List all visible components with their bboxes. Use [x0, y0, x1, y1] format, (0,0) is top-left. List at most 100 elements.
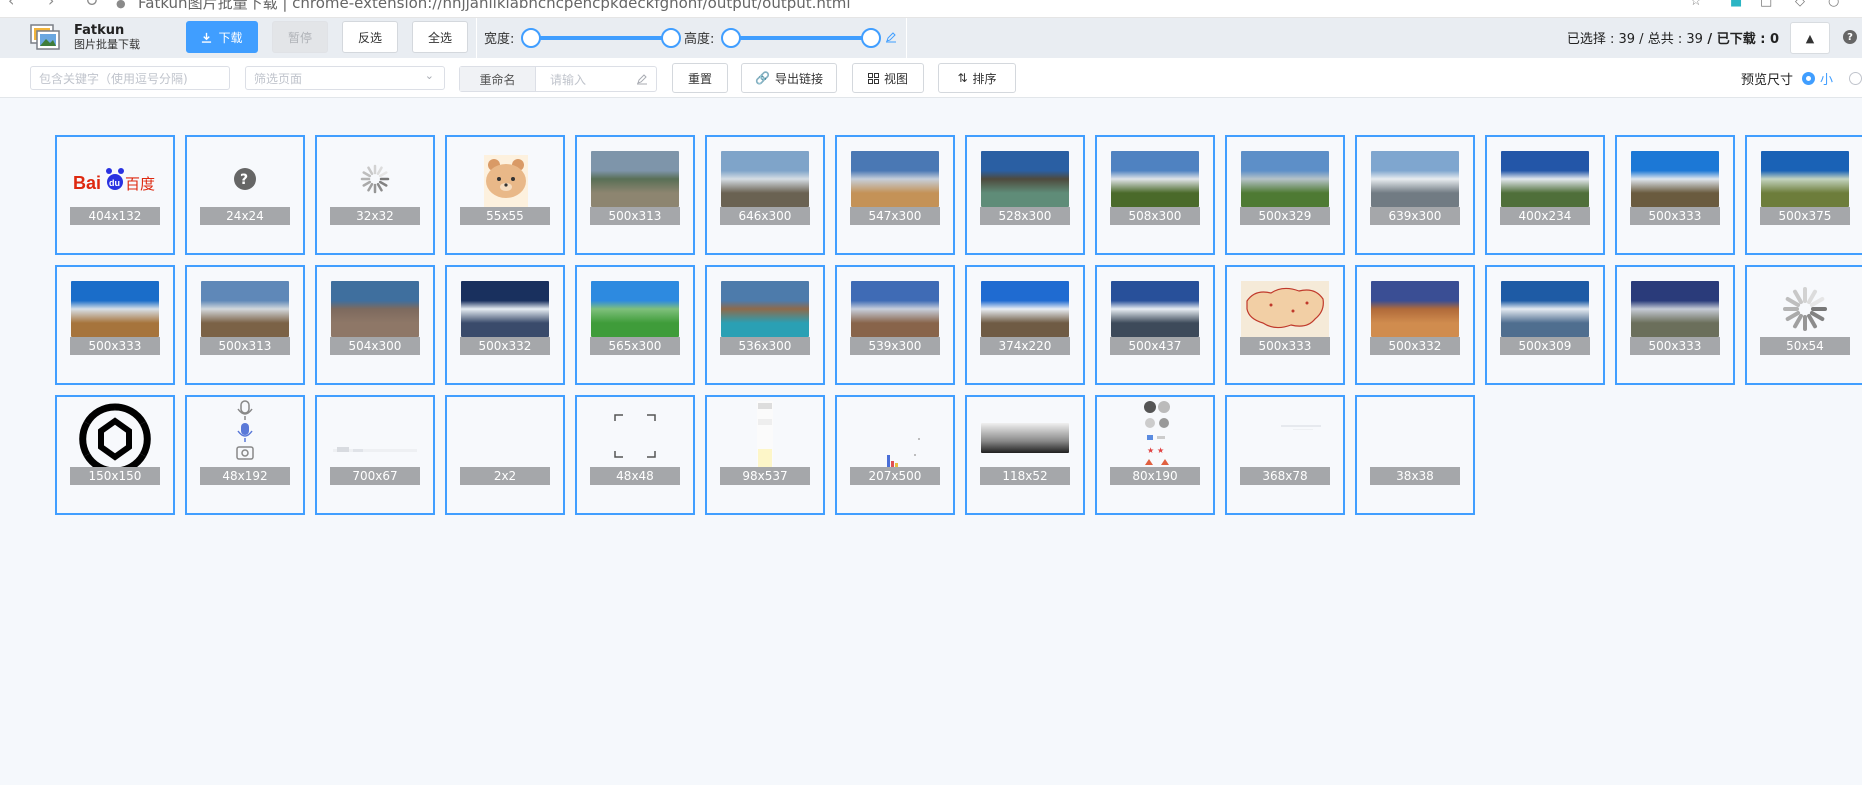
- image-thumbnail: [1111, 281, 1199, 337]
- image-card[interactable]: 508x300: [1095, 135, 1215, 255]
- image-card[interactable]: 500x333: [55, 265, 175, 385]
- export-links-button[interactable]: 🔗 导出链接: [741, 63, 837, 93]
- image-card[interactable]: 500x333: [1225, 265, 1345, 385]
- extension-icon-2[interactable]: □: [1760, 0, 1772, 9]
- invert-selection-button[interactable]: 反选: [342, 21, 398, 53]
- image-card[interactable]: 32x32: [315, 135, 435, 255]
- image-grid: Bai du 百度 404x132? 24x24 32x32 55x55 500x313 646…: [55, 135, 1862, 785]
- image-card[interactable]: 539x300: [835, 265, 955, 385]
- image-card[interactable]: 536x300: [705, 265, 825, 385]
- sort-button[interactable]: ⇅ 排序: [938, 63, 1016, 93]
- reset-button[interactable]: 重置: [672, 63, 728, 93]
- edit-pencil-icon[interactable]: [885, 31, 897, 43]
- image-size-label: 500x332: [1370, 337, 1460, 355]
- preview-large-radio[interactable]: [1849, 72, 1862, 85]
- image-size-label: 500x333: [1240, 337, 1330, 355]
- reload-icon[interactable]: ↻: [85, 0, 98, 10]
- image-card[interactable]: 700x67: [315, 395, 435, 515]
- image-card[interactable]: ★ ★ 80x190: [1095, 395, 1215, 515]
- image-card[interactable]: 500x309: [1485, 265, 1605, 385]
- image-card[interactable]: 500x437: [1095, 265, 1215, 385]
- image-card[interactable]: 150x150: [55, 395, 175, 515]
- total-count: 39: [1686, 32, 1703, 47]
- browser-address-bar[interactable]: ‹ › ↻ ● Fatkun图片批量下载 | chrome-extension:…: [0, 0, 1862, 18]
- image-size-label: 98x537: [720, 467, 810, 485]
- help-icon[interactable]: ?: [1843, 30, 1857, 44]
- back-icon[interactable]: ‹: [8, 0, 14, 10]
- page-info-icon[interactable]: ●: [116, 0, 126, 10]
- selected-count: 39: [1618, 32, 1636, 47]
- image-thumbnail: [331, 411, 419, 467]
- keyword-filter-input[interactable]: 包含关键字（使用逗号分隔): [30, 66, 230, 90]
- image-card[interactable]: 50x54: [1745, 265, 1862, 385]
- image-thumbnail: [461, 281, 549, 337]
- image-card[interactable]: 500x332: [1355, 265, 1475, 385]
- image-card[interactable]: 55x55: [445, 135, 565, 255]
- image-thumbnail: [1241, 411, 1329, 467]
- pause-button[interactable]: 暂停: [272, 21, 328, 53]
- svg-text:★: ★: [1147, 446, 1154, 455]
- svg-text:?: ?: [240, 172, 248, 188]
- width-slider-min-handle[interactable]: [521, 28, 541, 48]
- filter-toolbar: 包含关键字（使用逗号分隔) 筛选页面 ⌄ 重命名 请输入 重置 🔗 导出链接 视…: [0, 58, 1862, 98]
- download-stats: 已选择 : 39 / 总共 : 39 / 已下载 : 0: [1567, 28, 1779, 47]
- image-card[interactable]: 504x300: [315, 265, 435, 385]
- app-name: Fatkun: [74, 23, 125, 38]
- chevron-up-icon: ▲: [1805, 31, 1815, 45]
- download-button[interactable]: 下载: [186, 21, 258, 53]
- view-label: 视图: [883, 71, 908, 86]
- scroll-top-button[interactable]: ▲: [1790, 22, 1830, 54]
- height-slider-track[interactable]: [731, 36, 871, 40]
- image-card[interactable]: 528x300: [965, 135, 1085, 255]
- image-card[interactable]: ? 24x24: [185, 135, 305, 255]
- image-card[interactable]: 207x500: [835, 395, 955, 515]
- forward-icon[interactable]: ›: [48, 0, 54, 10]
- image-card[interactable]: 500x333: [1615, 135, 1735, 255]
- image-thumbnail: [981, 151, 1069, 207]
- view-button[interactable]: 视图: [852, 63, 924, 93]
- image-card[interactable]: 374x220: [965, 265, 1085, 385]
- rename-edit-icon[interactable]: [636, 73, 648, 85]
- image-card[interactable]: 547x300: [835, 135, 955, 255]
- extension-icon-4[interactable]: ○: [1828, 0, 1839, 9]
- image-size-label: 500x329: [1240, 207, 1330, 225]
- image-card[interactable]: 646x300: [705, 135, 825, 255]
- image-card[interactable]: 500x332: [445, 265, 565, 385]
- image-card[interactable]: 38x38: [1355, 395, 1475, 515]
- image-card[interactable]: 500x313: [575, 135, 695, 255]
- image-thumbnail: [1241, 281, 1329, 337]
- image-card[interactable]: 2x2: [445, 395, 565, 515]
- image-card[interactable]: 500x333: [1615, 265, 1735, 385]
- image-card[interactable]: 368x78: [1225, 395, 1345, 515]
- image-card[interactable]: 98x537: [705, 395, 825, 515]
- select-all-button[interactable]: 全选: [412, 21, 468, 53]
- width-slider-max-handle[interactable]: [661, 28, 681, 48]
- preview-small-radio[interactable]: [1802, 72, 1815, 85]
- image-card[interactable]: 48x192: [185, 395, 305, 515]
- image-card[interactable]: 500x313: [185, 265, 305, 385]
- invert-label: 反选: [357, 30, 382, 45]
- extension-icon-3[interactable]: ◇: [1795, 0, 1805, 9]
- image-size-label: 500x437: [1110, 337, 1200, 355]
- image-size-label: 500x309: [1500, 337, 1590, 355]
- extension-icon[interactable]: ■: [1730, 0, 1742, 9]
- height-slider-max-handle[interactable]: [861, 28, 881, 48]
- image-card[interactable]: 639x300: [1355, 135, 1475, 255]
- image-card[interactable]: 500x375: [1745, 135, 1862, 255]
- image-card[interactable]: 500x329: [1225, 135, 1345, 255]
- image-card[interactable]: 400x234: [1485, 135, 1605, 255]
- image-size-label: 48x48: [590, 467, 680, 485]
- image-card[interactable]: 565x300: [575, 265, 695, 385]
- rename-input[interactable]: 请输入: [550, 71, 586, 88]
- bookmark-star-icon[interactable]: ☆: [1690, 0, 1702, 9]
- height-slider-min-handle[interactable]: [721, 28, 741, 48]
- page-filter-placeholder: 筛选页面: [254, 71, 303, 86]
- image-card[interactable]: 48x48: [575, 395, 695, 515]
- page-filter-select[interactable]: 筛选页面 ⌄: [245, 66, 445, 90]
- image-card[interactable]: 118x52: [965, 395, 1085, 515]
- svg-text:Bai: Bai: [73, 173, 101, 193]
- width-slider-track[interactable]: [531, 36, 671, 40]
- image-card[interactable]: Bai du 百度 404x132: [55, 135, 175, 255]
- height-label: 高度:: [684, 32, 715, 47]
- image-thumbnail: [981, 281, 1069, 337]
